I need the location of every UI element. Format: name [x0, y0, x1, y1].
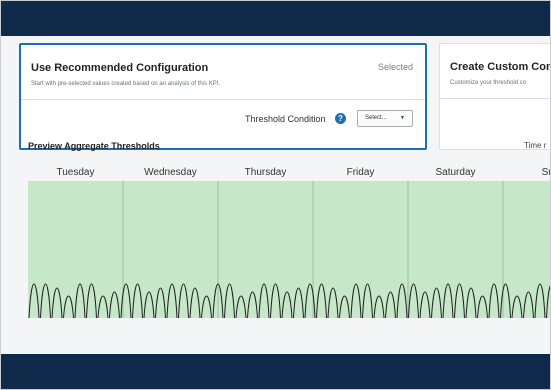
threshold-condition-label: Threshold Condition: [245, 114, 326, 124]
day-label: Saturday: [435, 167, 476, 178]
recommended-card-description: Start with pre-selected values created b…: [31, 81, 221, 87]
day-label: Thursday: [244, 167, 287, 178]
custom-card-title: Create Custom Confi: [450, 61, 551, 73]
help-icon[interactable]: ?: [335, 113, 346, 124]
threshold-condition-select[interactable]: Select... ▼: [357, 110, 413, 127]
day-label: Friday: [346, 167, 375, 178]
caret-down-icon: ▼: [400, 115, 405, 121]
day-labels: Tuesday Wednesday Thursday Friday Saturd…: [28, 167, 551, 181]
custom-card-description: Customize your threshold co: [450, 80, 527, 86]
recommended-configuration-card[interactable]: Use Recommended Configuration Start with…: [19, 43, 427, 150]
top-nav-bar: [0, 0, 551, 36]
day-label: Tuesday: [56, 167, 95, 178]
select-label: Select...: [365, 115, 387, 121]
preview-title: Preview Aggregate Thresholds: [28, 141, 160, 151]
selected-status: Selected: [377, 62, 413, 72]
day-label: Wednesday: [144, 167, 197, 178]
bottom-bar: [0, 354, 551, 390]
custom-configuration-card[interactable]: Create Custom Confi Customize your thres…: [439, 43, 551, 150]
day-label: Sun: [541, 167, 551, 178]
recommended-card-header: Use Recommended Configuration Start with…: [21, 45, 425, 100]
time-range-label: Time r: [524, 141, 547, 150]
threshold-chart-svg: [28, 181, 551, 318]
custom-card-header: Create Custom Confi Customize your thres…: [440, 44, 551, 99]
threshold-preview-chart: [28, 181, 551, 318]
recommended-card-title: Use Recommended Configuration: [31, 62, 209, 74]
